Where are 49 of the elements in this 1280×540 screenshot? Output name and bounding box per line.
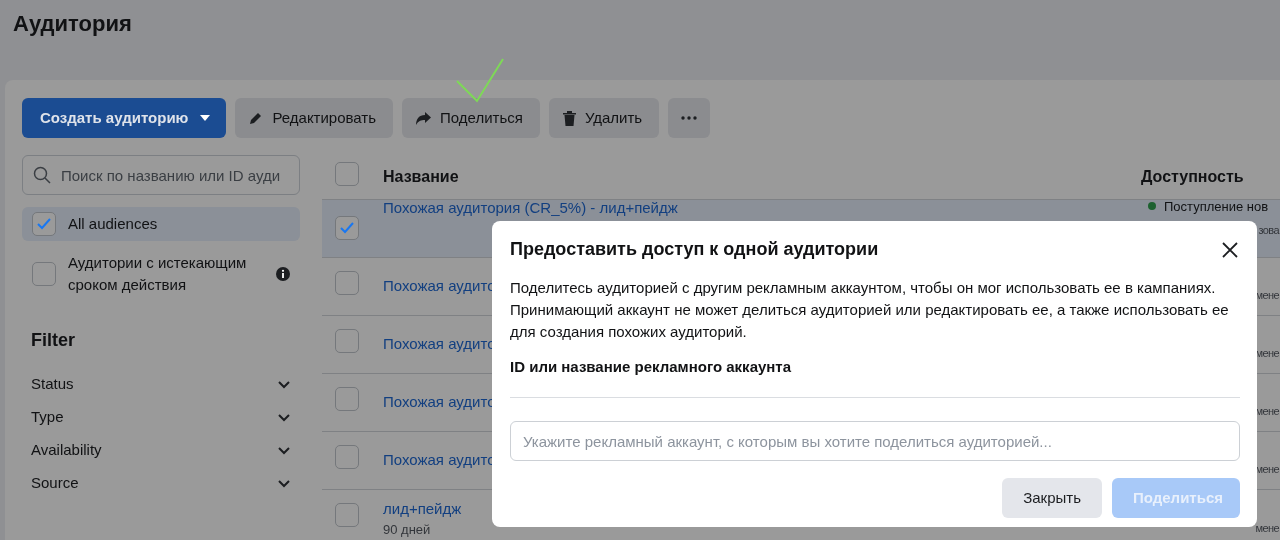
checkmark-annotation [455, 57, 505, 103]
audience-set-item[interactable]: All audiences [22, 207, 300, 241]
checkbox[interactable] [335, 216, 359, 240]
chevron-down-icon [278, 413, 290, 422]
trash-icon [562, 110, 576, 126]
close-icon [1222, 241, 1238, 258]
checkbox[interactable] [335, 387, 359, 411]
audience-set-item[interactable]: Аудитории с истекающим сроком действия [22, 247, 300, 301]
checkbox[interactable] [335, 271, 359, 295]
edit-button[interactable]: Редактировать [235, 98, 394, 138]
more-icon [681, 116, 698, 120]
checkbox[interactable] [32, 212, 56, 236]
close-dialog-button[interactable]: Закрыть [1002, 478, 1102, 519]
page-title: Аудитория [12, 10, 133, 38]
account-input-field[interactable]: Укажите рекламный аккаунт, с которым вы хотите поделиться аудиторией... [510, 421, 1240, 462]
checkbox[interactable] [335, 445, 359, 469]
dialog-title: Предоставить доступ к одной аудитории [510, 239, 879, 261]
filter-item[interactable]: Availability [22, 434, 300, 467]
filter-item[interactable]: Source [22, 467, 300, 500]
checkmark-icon [37, 218, 51, 230]
checkmark-icon [340, 222, 354, 234]
column-header[interactable]: Название [383, 165, 1141, 189]
dialog-description: Поделитесь аудиторией с другим рекламным аккаунтом, чтобы он мог использовать ее в кампаниях. Принимающий аккаунт не может делиться аудиторией или редактировать ее, а также использовать ее для создания похожих аудиторий. [510, 277, 1230, 342]
checkbox[interactable] [335, 503, 359, 527]
search-icon [33, 166, 51, 184]
availability-detail: зова [1258, 223, 1279, 238]
share-button[interactable]: Поделиться [402, 98, 540, 138]
checkbox[interactable] [335, 161, 359, 186]
caret-icon [200, 115, 211, 121]
availability-detail: мене [1255, 521, 1279, 537]
filter-item[interactable]: Type [22, 401, 300, 434]
chevron-down-icon [278, 380, 290, 389]
chevron-down-icon [278, 479, 290, 488]
search-field[interactable]: Поиск по названию или ID ауди [22, 155, 300, 195]
checkbox[interactable] [32, 262, 56, 286]
chevron-down-icon [278, 446, 290, 455]
checkbox[interactable] [335, 329, 359, 353]
close-button[interactable] [1220, 239, 1240, 260]
field-label: ID или название рекламного аккаунта [510, 356, 793, 377]
filter-item[interactable]: Status [22, 368, 300, 401]
column-header[interactable]: Доступность [1141, 165, 1280, 189]
create-audience-button[interactable]: Создать аудиторию [22, 98, 227, 138]
filter-heading: Filter [31, 329, 76, 352]
availability-text: Поступление нов [1164, 197, 1269, 216]
more-button[interactable] [668, 98, 711, 138]
pencil-icon [249, 111, 264, 125]
delete-button[interactable]: Удалить [548, 98, 660, 138]
audience-subtitle: 90 дней [383, 521, 432, 539]
share-arrow-icon [416, 111, 432, 125]
